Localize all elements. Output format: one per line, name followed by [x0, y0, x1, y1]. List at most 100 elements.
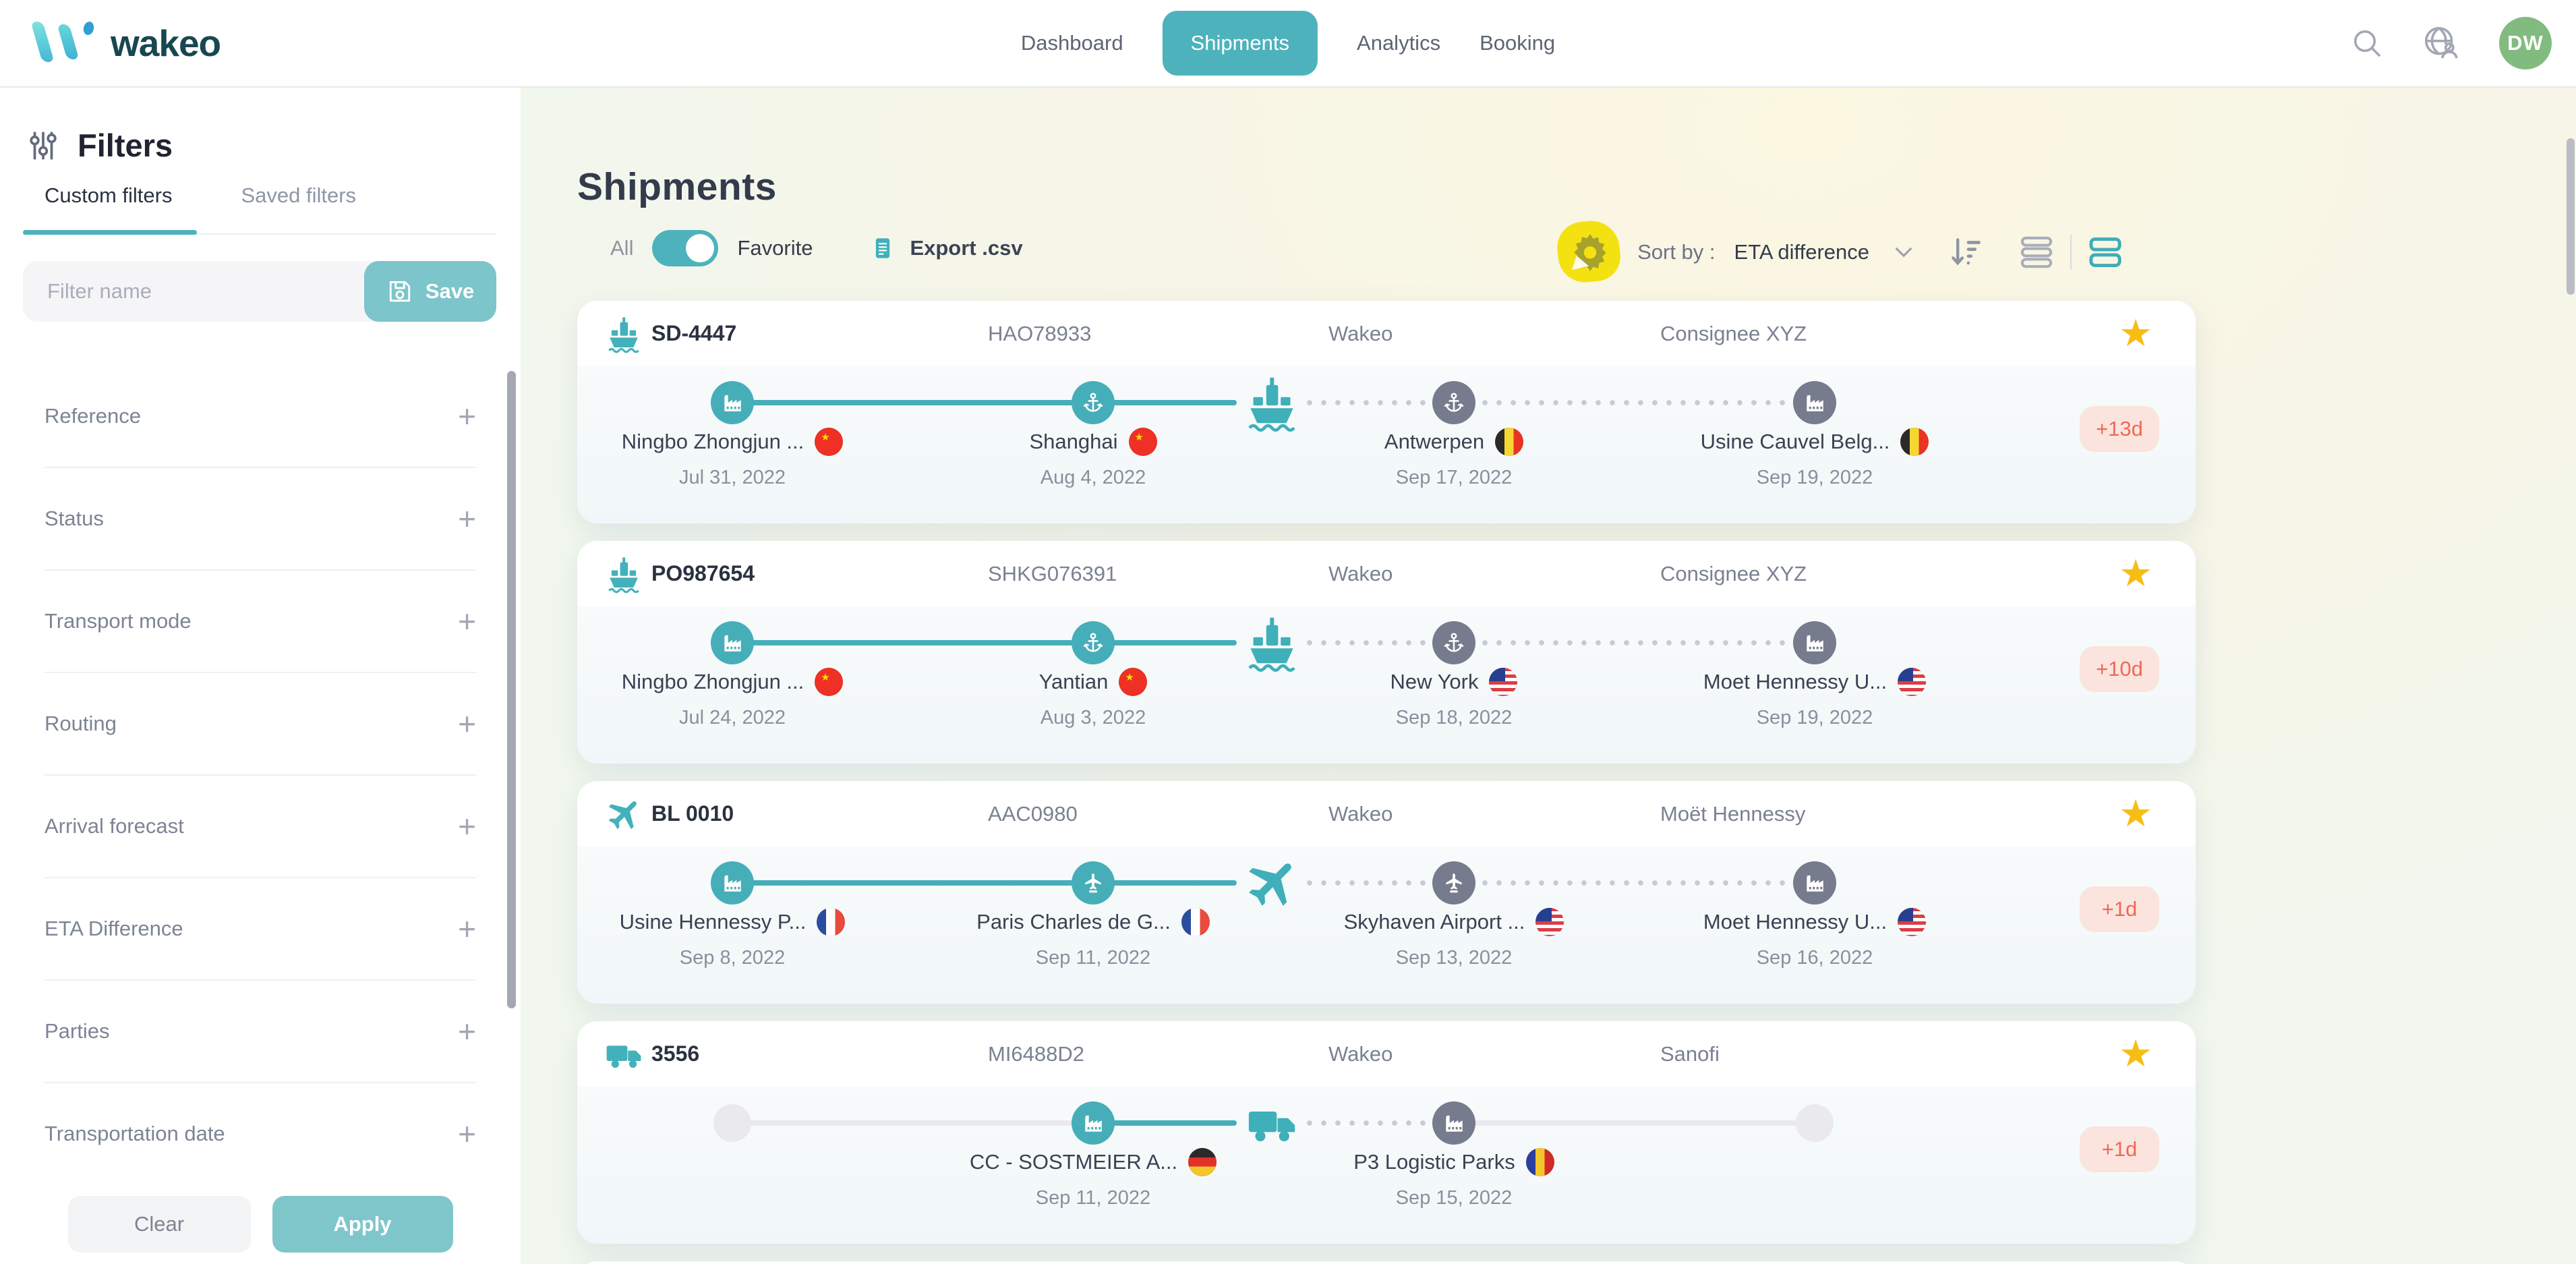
filter-category-parties[interactable]: Parties+	[45, 981, 476, 1083]
nav-dashboard[interactable]: Dashboard	[1021, 31, 1123, 55]
favorite-toggle-label[interactable]: Favorite	[737, 236, 813, 260]
stop-name: New York	[1391, 670, 1479, 694]
user-avatar[interactable]: DW	[2499, 17, 2552, 69]
shipment-forwarder: Wakeo	[1328, 541, 1393, 606]
ship-icon	[604, 541, 643, 606]
expand-plus-icon[interactable]: +	[458, 811, 476, 842]
stop-name: P3 Logistic Parks	[1353, 1150, 1515, 1174]
filter-category-label: Reference	[45, 404, 141, 428]
favorite-star-icon[interactable]: ★	[2119, 541, 2153, 606]
page-title: Shipments	[577, 165, 777, 209]
page-scrollbar-thumb[interactable]	[2567, 138, 2575, 295]
flag-cn-icon	[1129, 428, 1157, 456]
route-segment-dots	[1454, 640, 1815, 645]
anchor-stop-node	[1072, 381, 1115, 424]
shipment-card[interactable]: Ningbo Zhongjun ...Jul 31, 2022 Shanghai…	[577, 301, 2196, 523]
expand-plus-icon[interactable]: +	[458, 1118, 476, 1149]
filter-category-eta-difference[interactable]: ETA Difference +	[45, 878, 476, 981]
shipment-consignee: Moët Hennessy	[1660, 781, 1805, 846]
shipment-reference: 3556	[651, 1021, 699, 1087]
factory-stop-node	[711, 861, 754, 904]
shipment-card[interactable]: CC - SOSTMEIER A...Sep 11, 2022 P3 Logis…	[577, 1021, 2196, 1244]
filter-category-label: ETA Difference	[45, 917, 183, 941]
stop-name: Paris Charles de G...	[976, 910, 1171, 934]
shipment-reference: BL 0010	[651, 781, 734, 846]
wakeo-logo[interactable]: wakeo	[30, 0, 221, 86]
stop-date: Sep 17, 2022	[1245, 467, 1663, 489]
stop-date: Sep 13, 2022	[1245, 947, 1663, 969]
filter-category-transportation-date[interactable]: Transportation date +	[45, 1083, 476, 1184]
eta-difference-badge: +1d	[2080, 886, 2159, 932]
favorite-star-icon[interactable]: ★	[2119, 1021, 2153, 1087]
eta-difference-badge: +1d	[2080, 1126, 2159, 1172]
stop-date: Sep 15, 2022	[1245, 1187, 1663, 1209]
filter-category-label: Status	[45, 507, 104, 531]
chevron-down-icon[interactable]	[1895, 247, 1912, 258]
expand-plus-icon[interactable]: +	[458, 1016, 476, 1047]
filter-category-routing[interactable]: Routing+	[45, 673, 476, 776]
route-segment-light	[732, 1120, 1093, 1126]
favorite-toggle[interactable]	[652, 230, 718, 266]
tab-custom-filters[interactable]: Custom filters	[45, 183, 172, 208]
card-view-button[interactable]	[2088, 235, 2123, 270]
export-csv-button[interactable]: Export .csv	[871, 236, 1022, 260]
flag-us-icon	[1535, 908, 1564, 936]
clear-filters-button[interactable]: Clear	[68, 1196, 251, 1253]
stop-name: Moet Hennessy U...	[1703, 910, 1887, 934]
flag-cn-icon	[1119, 668, 1147, 696]
expand-plus-icon[interactable]: +	[458, 401, 476, 432]
shipment-card[interactable]: Usine Hennessy P...Sep 8, 2022 Paris Cha…	[577, 781, 2196, 1004]
sort-dropdown[interactable]: ETA difference	[1734, 240, 1869, 264]
nav-shipments[interactable]: Shipments	[1163, 11, 1318, 76]
settings-gear-button[interactable]	[1556, 220, 1624, 285]
expand-plus-icon[interactable]: +	[458, 913, 476, 944]
factory-stop-node	[1793, 381, 1836, 424]
sidebar-scrollbar-thumb[interactable]	[507, 371, 516, 1008]
filter-category-transport-mode[interactable]: Transport mode +	[45, 571, 476, 673]
shipment-secondary-reference: AAC0980	[988, 781, 1078, 846]
filters-sliders-icon	[26, 129, 60, 163]
nav-booking[interactable]: Booking	[1480, 31, 1555, 55]
favorite-star-icon[interactable]: ★	[2119, 301, 2153, 366]
filter-category-label: Transportation date	[45, 1122, 225, 1146]
filter-category-arrival-forecast[interactable]: Arrival forecast+	[45, 776, 476, 878]
favorite-star-icon[interactable]: ★	[2119, 781, 2153, 846]
shipment-forwarder: Wakeo	[1328, 781, 1393, 846]
toolbar-divider	[2070, 235, 2072, 270]
apply-filters-button[interactable]: Apply	[272, 1196, 453, 1253]
filters-title: Filters	[78, 127, 173, 164]
ship-icon	[604, 301, 643, 366]
save-filter-button[interactable]: Save	[364, 261, 496, 322]
expand-plus-icon[interactable]: +	[458, 503, 476, 534]
stop-info: Moet Hennessy U... Sep 16, 2022	[1606, 908, 2024, 969]
nav-analytics[interactable]: Analytics	[1357, 31, 1440, 55]
stop-date: Sep 11, 2022	[884, 1187, 1302, 1209]
current-position-ship-icon	[1238, 369, 1306, 436]
filter-category-status[interactable]: Status +	[45, 468, 476, 571]
filter-category-label: Transport mode	[45, 609, 192, 633]
stop-info: P3 Logistic Parks Sep 15, 2022	[1245, 1148, 1663, 1209]
tab-saved-filters[interactable]: Saved filters	[241, 183, 356, 208]
stop-date: Sep 16, 2022	[1606, 947, 2024, 969]
plane-icon	[604, 781, 643, 846]
shipment-card-header: PO987654 SHKG076391 Wakeo Consignee XYZ …	[577, 541, 2196, 606]
search-icon[interactable]	[2351, 27, 2383, 59]
route-segment-teal	[732, 640, 1093, 645]
shipments-page: wakeo Dashboard Shipments Analytics Book…	[0, 0, 2576, 1264]
expand-plus-icon[interactable]: +	[458, 606, 476, 637]
flag-cn-icon	[815, 668, 843, 696]
truck-icon	[604, 1021, 643, 1087]
shipment-card[interactable]: Ningbo Zhongjun ...Jul 24, 2022 YantianA…	[577, 541, 2196, 764]
compact-list-view-button[interactable]	[2019, 235, 2054, 270]
filter-category-reference[interactable]: Reference +	[45, 366, 476, 468]
all-toggle-label[interactable]: All	[610, 236, 633, 260]
factory-stop-node	[711, 621, 754, 664]
shipment-secondary-reference: SHKG076391	[988, 541, 1117, 606]
export-file-icon	[871, 236, 895, 260]
sort-direction-button[interactable]	[1948, 234, 1984, 270]
language-globe-icon[interactable]	[2422, 24, 2460, 62]
expand-plus-icon[interactable]: +	[458, 708, 476, 739]
flag-us-icon	[1489, 668, 1517, 696]
card-view-icon	[2088, 235, 2123, 270]
stop-info: AntwerpenSep 17, 2022	[1245, 428, 1663, 489]
